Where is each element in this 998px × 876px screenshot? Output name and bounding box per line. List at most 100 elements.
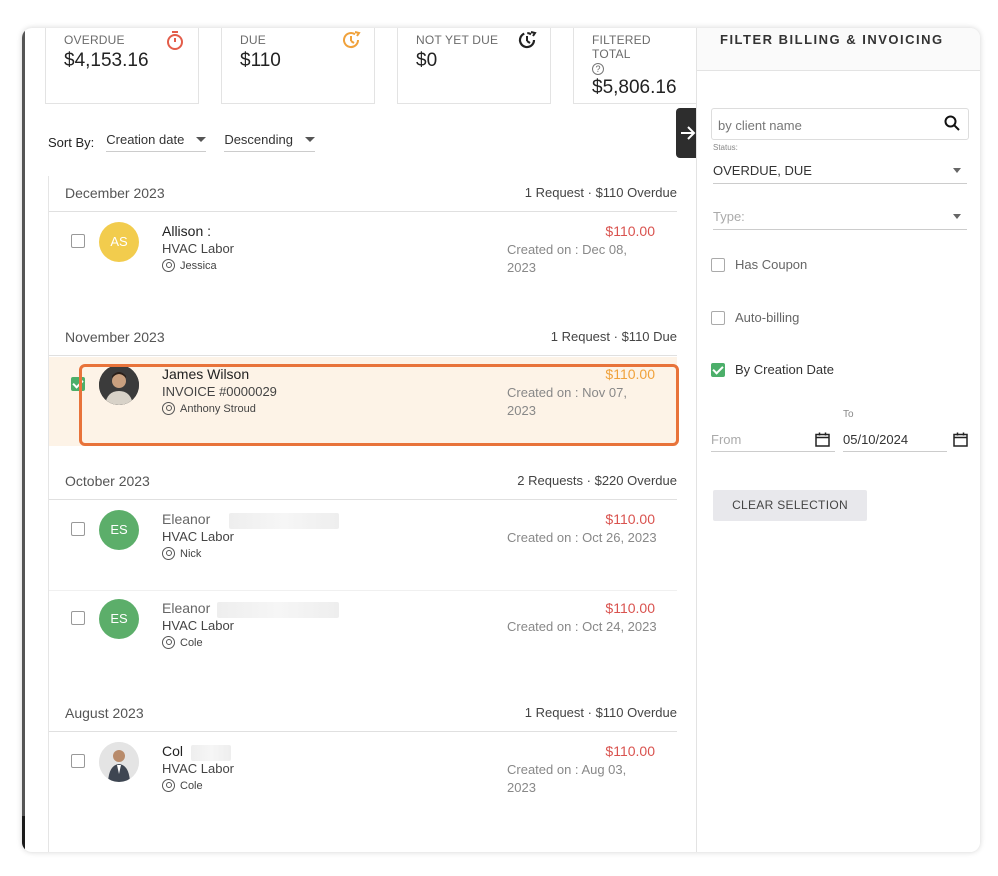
avatar: ES [99, 510, 139, 550]
user-icon [162, 636, 175, 649]
checkbox-label: Has Coupon [735, 257, 808, 272]
sort-order-select[interactable]: Descending [224, 132, 315, 152]
group-summary: 2 Requests · $220 Overdue [517, 473, 677, 488]
due-card[interactable]: DUE $110 [221, 28, 375, 104]
avatar [99, 742, 139, 782]
item-checkbox[interactable] [71, 234, 85, 248]
checkbox-label: Auto-billing [735, 310, 800, 325]
item-description: HVAC Labor [162, 618, 235, 633]
window-edge-accent [22, 816, 25, 852]
avatar: ES [99, 599, 139, 639]
help-icon[interactable]: ? [592, 63, 604, 75]
item-description: HVAC Labor [162, 761, 235, 776]
item-amount: $110.00 [605, 223, 655, 239]
user-icon [162, 779, 175, 792]
checkbox[interactable] [711, 257, 725, 272]
user-icon [162, 259, 175, 272]
agent-name: Cole [180, 779, 203, 792]
created-date: Created on : Dec 08, 2023 [507, 242, 627, 275]
group-header: August 2023 1 Request · $110 Overdue [49, 696, 677, 732]
client-name: Allison : [162, 223, 212, 239]
group-month: November 2023 [65, 329, 165, 345]
redacted-text [217, 602, 339, 618]
created-date: Created on : Oct 24, 2023 [507, 619, 657, 634]
sort-field-select[interactable]: Creation date [106, 132, 207, 152]
by-creation-date-checkbox[interactable]: By Creation Date [711, 362, 834, 377]
clock-alert-icon [343, 31, 361, 49]
group-month: October 2023 [65, 473, 150, 489]
item-checkbox[interactable] [71, 754, 85, 768]
type-placeholder: Type: [713, 209, 745, 224]
invoice-list: December 2023 1 Request · $110 Overdue A… [48, 176, 677, 852]
card-label: OVERDUE [64, 33, 125, 47]
list-item[interactable]: Col HVAC Labor Cole $110.00 Created on :… [49, 734, 677, 814]
item-amount: $110.00 [605, 511, 655, 527]
clock-pending-icon [518, 31, 537, 49]
card-value: $4,153.16 [64, 50, 149, 71]
card-value: $0 [416, 50, 438, 71]
status-value: OVERDUE, DUE [713, 163, 812, 178]
filter-panel: FILTER BILLING & INVOICING by client nam… [696, 28, 980, 852]
search-icon[interactable] [944, 115, 960, 131]
not-yet-due-card[interactable]: NOT YET DUE $0 [397, 28, 551, 104]
user-photo-icon [99, 742, 139, 782]
chevron-down-icon [953, 214, 961, 219]
arrow-right-icon [681, 126, 696, 140]
user-icon [162, 547, 175, 560]
has-coupon-checkbox[interactable]: Has Coupon [711, 257, 807, 272]
assigned-agent: Cole [162, 636, 203, 649]
group-month: August 2023 [65, 705, 144, 721]
group-month: December 2023 [65, 185, 165, 201]
created-date: Created on : Oct 26, 2023 [507, 530, 657, 545]
card-value: $110 [240, 50, 281, 71]
window-edge [22, 28, 25, 852]
calendar-icon[interactable] [815, 432, 830, 447]
avatar: AS [99, 222, 139, 262]
to-date-input[interactable]: 05/10/2024 [843, 424, 947, 452]
client-name: Eleanor [162, 600, 211, 616]
clear-selection-button[interactable]: CLEAR SELECTION [713, 490, 867, 521]
item-checkbox[interactable] [71, 522, 85, 536]
calendar-icon[interactable] [953, 432, 968, 447]
item-amount: $110.00 [605, 743, 655, 759]
agent-name: Nick [180, 547, 202, 560]
group-header: December 2023 1 Request · $110 Overdue [49, 176, 677, 212]
to-date-value: 05/10/2024 [843, 432, 909, 447]
list-item[interactable]: ES Eleanor HVAC Labor Cole $110.00 Creat… [49, 590, 677, 670]
checkbox-label: By Creation Date [735, 362, 834, 377]
agent-name: Jessica [180, 259, 217, 272]
card-label: DUE [240, 33, 266, 47]
card-label: FILTERED TOTAL [592, 33, 651, 61]
status-select[interactable]: OVERDUE, DUE [713, 158, 967, 184]
sort-order-value: Descending [224, 132, 293, 147]
chevron-down-icon [953, 168, 961, 173]
card-value: $5,806.16 [592, 77, 677, 98]
to-label: To [843, 409, 854, 420]
item-checkbox[interactable] [71, 611, 85, 625]
sort-label: Sort By: [48, 134, 95, 150]
overdue-card[interactable]: OVERDUE $4,153.16 [45, 28, 199, 104]
list-item[interactable]: ES Eleanor HVAC Labor Nick $110.00 Creat… [49, 502, 677, 582]
auto-billing-checkbox[interactable]: Auto-billing [711, 310, 799, 325]
client-search-input[interactable]: by client name [711, 108, 969, 140]
from-placeholder: From [711, 432, 742, 447]
client-name: Eleanor [162, 511, 211, 527]
checkbox[interactable] [711, 310, 725, 325]
group-summary: 1 Request · $110 Due [550, 329, 677, 344]
type-select[interactable]: Type: [713, 204, 967, 230]
filtered-total-card[interactable]: FILTERED TOTAL ? $5,806.16 [573, 28, 703, 104]
assigned-agent: Cole [162, 779, 203, 792]
collapse-panel-button[interactable] [676, 108, 698, 158]
list-item[interactable]: AS Allison : HVAC Labor Jessica $110.00 … [49, 214, 677, 294]
filter-panel-title: FILTER BILLING & INVOICING [720, 32, 944, 47]
item-description: HVAC Labor [162, 241, 235, 256]
sort-field-value: Creation date [106, 132, 185, 147]
checkbox[interactable] [711, 362, 725, 377]
billing-window: OVERDUE $4,153.16 DUE $110 NOT YET DUE $… [22, 28, 980, 852]
group-summary: 1 Request · $110 Overdue [524, 185, 677, 200]
assigned-agent: Jessica [162, 259, 217, 272]
redacted-text [229, 513, 339, 529]
sort-bar: Sort By: Creation date Descending [48, 132, 333, 152]
item-amount: $110.00 [605, 600, 655, 616]
group-summary: 1 Request · $110 Overdue [524, 705, 677, 720]
